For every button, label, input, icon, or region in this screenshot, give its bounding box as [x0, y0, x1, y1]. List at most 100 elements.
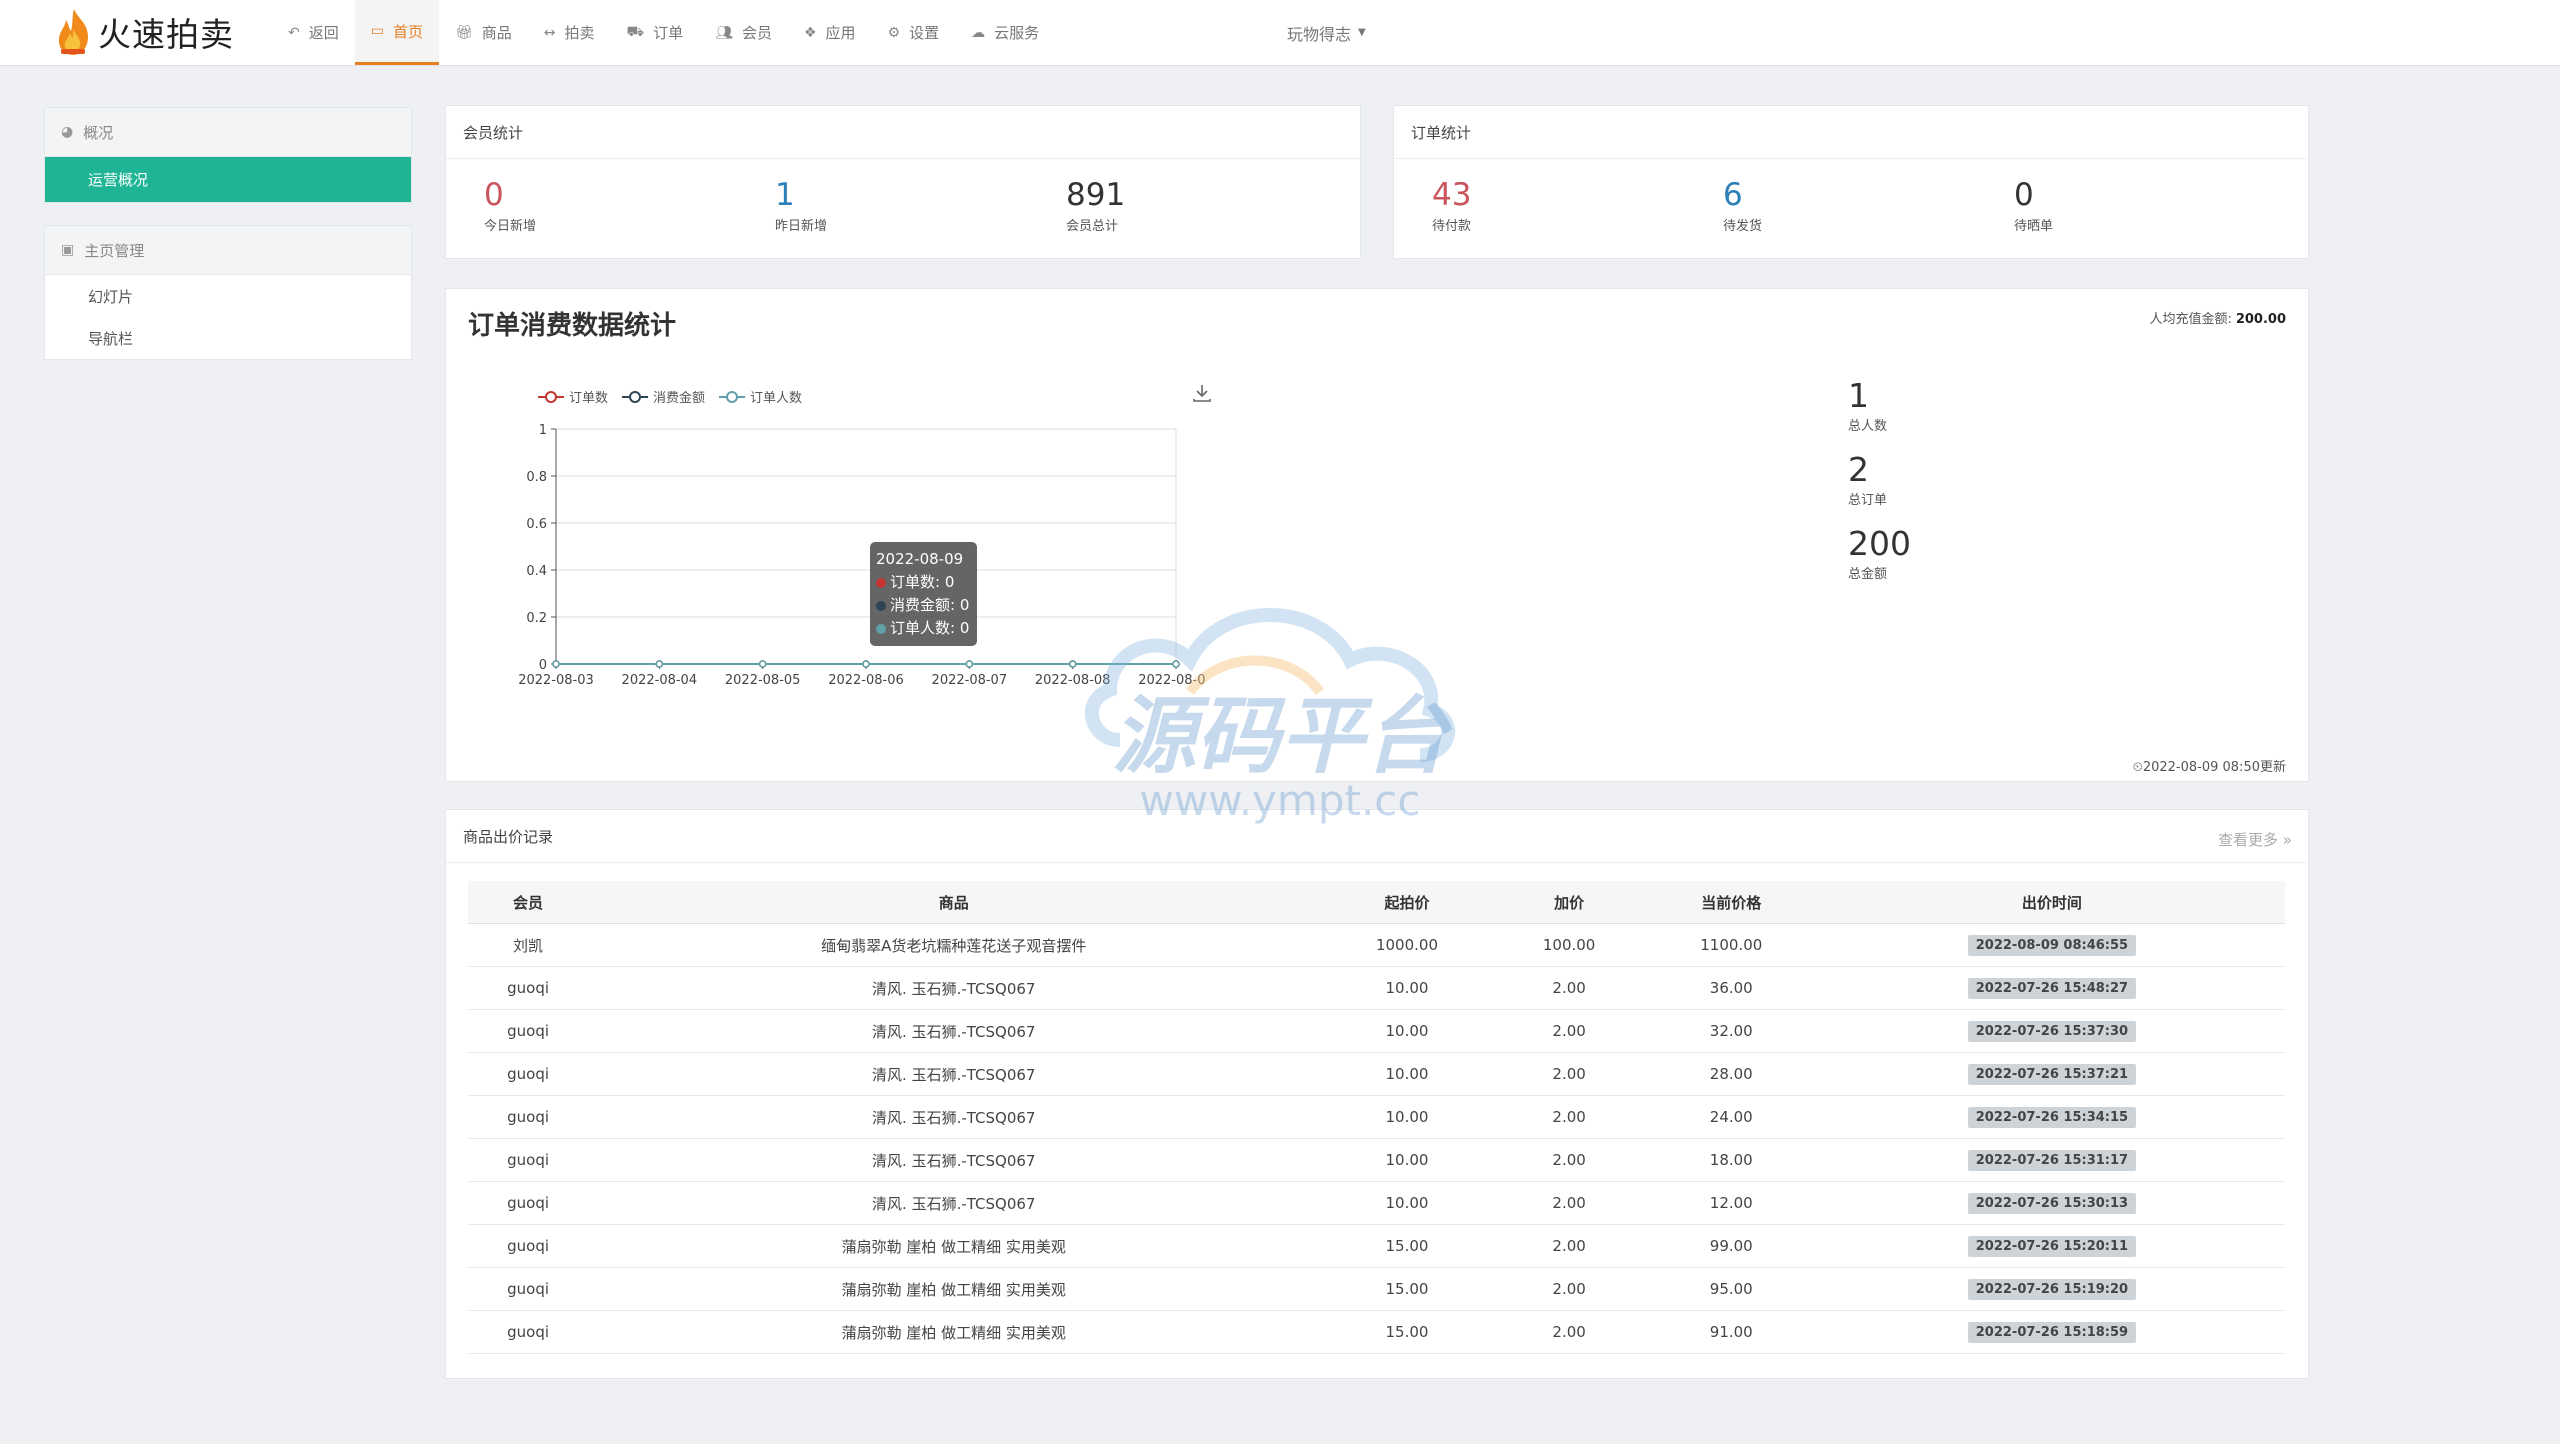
table-cell: 15.00	[1319, 1310, 1495, 1354]
x-tick-label: 2022-08-03	[518, 673, 594, 688]
nav-apps[interactable]: ❖ 应用	[788, 0, 872, 65]
nav-settings[interactable]: ⚙ 设置	[872, 0, 956, 65]
table-cell: 10.00	[1319, 1095, 1495, 1139]
x-tick-label: 2022-08-05	[725, 673, 801, 688]
total-people: 1 总人数	[1848, 377, 1911, 435]
nav-goods[interactable]: 🎁︎ 商品	[439, 0, 528, 65]
legend-label: 消费金额	[653, 391, 706, 406]
inbox-icon: ▣	[61, 242, 75, 258]
bid-records-card: 商品出价记录 查看更多 » 会员 商品 起拍价 加价 当前价格 出价时间 刘凯缅…	[445, 809, 2309, 1379]
nav-members[interactable]: 👥︎ 会员	[699, 0, 788, 65]
table-row: guoqi 清风. 玉石狮.-TCSQ067 10.00 2.00 24.00 2022-…	[468, 1095, 2285, 1139]
table-cell: 2.00	[1494, 1267, 1644, 1311]
main-nav: ↶ 返回 ▭ 首页 🎁︎ 商品 ↔ 拍卖 ⛟ 订单 👥︎ 会员 ❖ 应用 ⚙ 设置 ☁ 云服务	[272, 0, 1055, 65]
undo-icon: ↶	[288, 24, 300, 41]
table-row: 刘凯 缅甸翡翠A货老坑糯种莲花送子观音摆件 1000.00 100.00 1100.00…	[468, 923, 2285, 967]
nav-back[interactable]: ↶ 返回	[272, 0, 355, 65]
time-badge: 2022-07-26 15:30:13	[1967, 1192, 2137, 1214]
table-cell: 100.00	[1494, 923, 1644, 967]
x-tick-label: 2022-08-09	[1138, 673, 1206, 688]
table-cell: 12.00	[1643, 1181, 1819, 1225]
legend-marker	[538, 390, 564, 403]
monitor-icon: ▭	[370, 23, 384, 39]
table-row: guoqi 清风. 玉石狮.-TCSQ067 10.00 2.00 36.00 2022-…	[468, 966, 2285, 1010]
table-cell: 清风. 玉石狮.-TCSQ067	[588, 1138, 1320, 1182]
chart-tooltip: 2022-08-09 订单数: 0 消费金额: 0 订单人数: 0	[870, 542, 977, 646]
table-cell: 2022-07-26 15:19:20	[1818, 1267, 2285, 1311]
table-cell: 清风. 玉石狮.-TCSQ067	[588, 966, 1320, 1010]
table-cell: 10.00	[1319, 1138, 1495, 1182]
table-cell: 刘凯	[468, 923, 589, 967]
nav-orders[interactable]: ⛟ 订单	[611, 0, 700, 65]
view-more-link[interactable]: 查看更多 »	[2218, 829, 2292, 850]
y-tick-label: 0.6	[526, 517, 547, 532]
stat-label: 今日新增	[484, 219, 537, 234]
column-header: 商品	[588, 881, 1320, 924]
sidebar-item-operations[interactable]: 运营概况	[45, 157, 411, 202]
nav-cloud[interactable]: ☁ 云服务	[955, 0, 1055, 65]
column-header: 出价时间	[1818, 881, 2285, 924]
avg-recharge: 人均充值金额: 200.00	[2149, 308, 2286, 327]
nav-auction[interactable]: ↔ 拍卖	[528, 0, 611, 65]
table-row: guoqi 清风. 玉石狮.-TCSQ067 10.00 2.00 28.00 2022-…	[468, 1052, 2285, 1096]
user-name: 玩物得志	[1287, 24, 1352, 44]
nav-label: 会员	[741, 24, 772, 42]
table-cell: 2022-07-26 15:37:21	[1818, 1052, 2285, 1096]
sidebar-item-navbar[interactable]: 导航栏	[45, 317, 411, 359]
table-cell: 清风. 玉石狮.-TCSQ067	[588, 1095, 1320, 1139]
table-cell: guoqi	[468, 1009, 589, 1053]
arrows-h-icon: ↔	[543, 24, 556, 41]
table-cell: 10.00	[1319, 966, 1495, 1010]
table-cell: 2022-07-26 15:34:15	[1818, 1095, 2285, 1139]
stat-value: 891	[1066, 177, 1126, 213]
sidebar-group-homepage: ▣ 主页管理	[45, 226, 411, 275]
data-point	[655, 660, 664, 668]
legend-item-people[interactable]: 订单人数	[719, 387, 802, 406]
legend-marker	[719, 390, 746, 403]
nav-label: 返回	[308, 24, 339, 42]
nav-label: 商品	[481, 24, 512, 42]
logo[interactable]: 火速拍卖	[52, 6, 234, 58]
table-cell: 2.00	[1494, 1009, 1644, 1053]
consumption-stats-card: 订单消费数据统计 人均充值金额: 200.00 订单数 消费金额 订单人数 0 0.…	[445, 288, 2309, 782]
download-icon[interactable]	[1191, 382, 1213, 404]
legend-marker	[622, 390, 649, 403]
table-cell: 清风. 玉石狮.-TCSQ067	[588, 1052, 1320, 1096]
tooltip-text: 订单数: 0	[890, 573, 955, 591]
table-cell: 15.00	[1319, 1224, 1495, 1268]
user-menu[interactable]: 玩物得志 ▼	[1287, 0, 1366, 65]
cart-icon: ⛟	[626, 23, 645, 40]
legend-label: 订单数	[569, 391, 609, 406]
data-point	[965, 660, 974, 668]
updated-time: ⏲2022-08-09 08:50更新	[2132, 760, 2286, 775]
total-value: 200	[1848, 524, 1911, 563]
table-cell: 缅甸翡翠A货老坑糯种莲花送子观音摆件	[588, 923, 1320, 967]
stat-label: 会员总计	[1066, 219, 1119, 234]
time-badge: 2022-07-26 15:37:30	[1967, 1020, 2137, 1042]
table-cell: 2.00	[1494, 1224, 1644, 1268]
sidebar-item-slides[interactable]: 幻灯片	[45, 275, 411, 317]
legend-item-amount[interactable]: 消费金额	[622, 387, 705, 406]
brand-name: 火速拍卖	[98, 15, 234, 54]
table-cell: guoqi	[468, 1095, 589, 1139]
stat-pending-payment: 43 待付款	[1432, 159, 1723, 234]
data-point	[862, 660, 870, 668]
column-header: 加价	[1494, 881, 1644, 924]
legend-item-orders[interactable]: 订单数	[538, 387, 608, 406]
stat-value: 0	[2014, 177, 2034, 213]
x-tick-label: 2022-08-04	[622, 673, 698, 688]
stat-value: 1	[775, 177, 795, 213]
nav-home[interactable]: ▭ 首页	[354, 0, 439, 65]
total-label: 总订单	[1848, 493, 1888, 508]
table-cell: 2.00	[1494, 1052, 1644, 1096]
time-badge: 2022-07-26 15:18:59	[1967, 1321, 2137, 1343]
table-cell: 95.00	[1643, 1267, 1819, 1311]
nav-label: 订单	[653, 24, 684, 42]
table-cell: 36.00	[1643, 966, 1819, 1010]
table-cell: guoqi	[468, 966, 589, 1010]
column-header: 会员	[468, 881, 589, 924]
data-point	[758, 660, 767, 668]
table-cell: 2022-07-26 15:31:17	[1818, 1138, 2285, 1182]
caret-down-icon: ▼	[1358, 27, 1366, 38]
line-chart: 0 0.2 0.4 0.6 0.8 1 2022-08-03 2022-08-04 2022-0…	[518, 423, 1206, 688]
